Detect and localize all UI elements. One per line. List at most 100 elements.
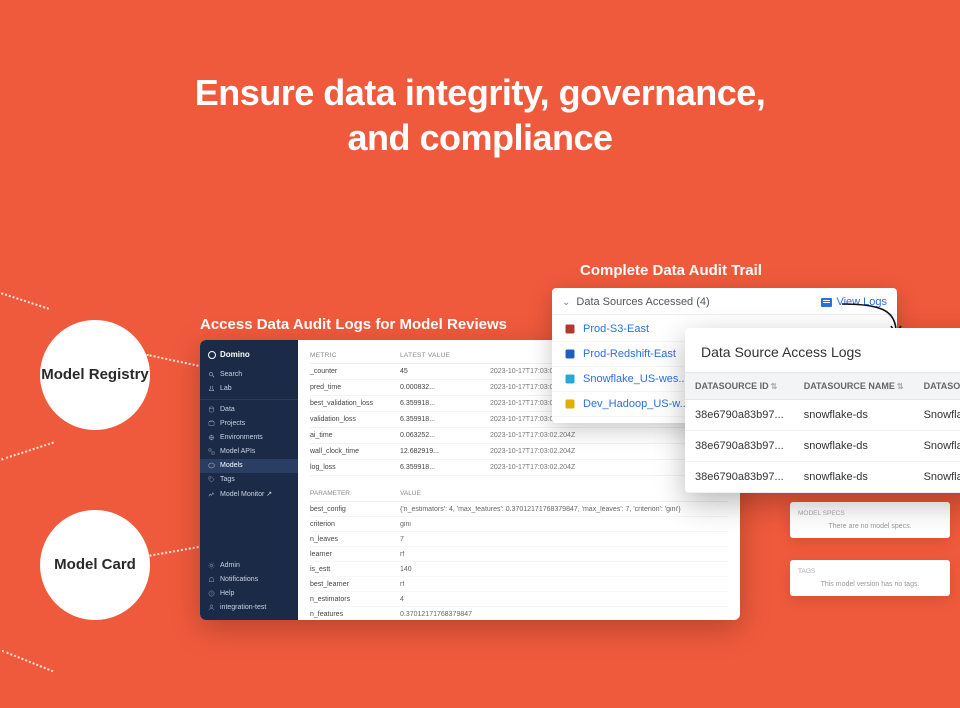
help-icon: ? (208, 590, 215, 597)
metric-row: wall_clock_time12.682919...2023-10-17T17… (310, 444, 728, 460)
param-row: learnerrf (310, 547, 728, 562)
param-name: best_config (310, 506, 400, 513)
api-icon (208, 448, 215, 455)
cell-datasource-name: snowflake-ds (794, 431, 914, 462)
col-metric: METRIC (310, 352, 400, 359)
panel-access-logs: Data Source Access Logs DATASOURCE ID⇅ D… (685, 328, 960, 493)
col-datasource-name[interactable]: DATASOURCE NAME⇅ (794, 373, 914, 400)
param-row: n_leaves7 (310, 532, 728, 547)
sidebar-footer-notifications[interactable]: Notifications (200, 572, 298, 586)
sidebar-item-label: Help (220, 590, 234, 597)
connector-dots (2, 650, 54, 672)
sidebar-item-search[interactable]: Search (200, 367, 298, 381)
datasource-icon (564, 323, 576, 335)
domino-brand[interactable]: Domino (200, 346, 298, 367)
cell-datasource-type: SnowflakeConfig (914, 431, 960, 462)
sidebar-item-label: Notifications (220, 576, 258, 583)
sidebar-item-models[interactable]: Models (200, 459, 298, 473)
sidebar-item-model-monitor-[interactable]: Model Monitor ↗ (200, 487, 298, 502)
param-value: 7 (400, 536, 728, 543)
sidebar-item-model-apis[interactable]: Model APIs (200, 445, 298, 459)
data-icon (208, 406, 215, 413)
card-model-specs: MODEL SPECS There are no model specs. (790, 502, 950, 538)
col-latest-value: LATEST VALUE (400, 352, 490, 359)
metric-row: log_loss6.359918...2023-10-17T17:03:02.2… (310, 460, 728, 476)
data-sources-header[interactable]: ⌄ Data Sources Accessed (4) View Logs (552, 288, 897, 315)
svg-text:?: ? (211, 591, 213, 595)
domino-sidebar: Domino Search Lab Data Projects Environments… (200, 340, 298, 620)
bubble-model-card: Model Card (40, 510, 150, 620)
env-icon (208, 434, 215, 441)
param-value: 140 (400, 566, 728, 573)
sidebar-item-label: Tags (220, 476, 235, 483)
col-value: VALUE (400, 490, 728, 497)
log-row[interactable]: 38e6790a83b97...snowflake-dsSnowflakeCon… (685, 431, 960, 462)
param-value: 0.37012171768379847 (400, 611, 728, 618)
log-row[interactable]: 38e6790a83b97...snowflake-dsSnowflakeCon… (685, 400, 960, 431)
col-datasource-id[interactable]: DATASOURCE ID⇅ (685, 373, 794, 400)
data-source-name: Snowflake_US-wes... (583, 373, 688, 385)
access-logs-title: Data Source Access Logs (685, 328, 960, 372)
param-row: best_config{'n_estimators': 4, 'max_feat… (310, 502, 728, 517)
tags-title: TAGS (798, 568, 942, 575)
sidebar-item-data[interactable]: Data (200, 399, 298, 417)
lab-icon (208, 385, 215, 392)
cell-datasource-id: 38e6790a83b97... (685, 400, 794, 431)
sidebar-item-label: Admin (220, 562, 240, 569)
data-source-name: Prod-Redshift-East (583, 348, 676, 360)
connector-dots (1, 292, 49, 309)
sidebar-item-label: Lab (220, 385, 232, 392)
metric-name: validation_loss (310, 416, 400, 423)
view-logs-label: View Logs (836, 296, 887, 308)
col-datasource-type[interactable]: DATASOURCE TYP (914, 373, 960, 400)
data-source-name: Prod-S3-East (583, 323, 649, 335)
metric-value: 6.359918... (400, 400, 490, 407)
param-value: gini (400, 521, 728, 528)
sidebar-item-label: Model Monitor ↗ (220, 490, 272, 498)
datasource-icon (564, 373, 576, 385)
metric-name: log_loss (310, 464, 400, 471)
domino-logo-icon (208, 351, 216, 359)
models-icon (208, 462, 215, 469)
sidebar-item-label: Model APIs (220, 448, 255, 455)
page-headline: Ensure data integrity, governance, and c… (0, 70, 960, 160)
card-tags: TAGS This model version has no tags. (790, 560, 950, 596)
param-row: n_features0.37012171768379847 (310, 607, 728, 620)
sidebar-footer-admin[interactable]: Admin (200, 558, 298, 572)
metric-name: best_validation_loss (310, 400, 400, 407)
logs-header-row: DATASOURCE ID⇅ DATASOURCE NAME⇅ DATASOUR… (685, 373, 960, 400)
sidebar-item-projects[interactable]: Projects (200, 417, 298, 431)
domino-brand-label: Domino (220, 350, 250, 359)
headline-line-2: and compliance (347, 117, 612, 158)
cell-datasource-id: 38e6790a83b97... (685, 462, 794, 493)
cell-datasource-type: SnowflakeConfig (914, 400, 960, 431)
data-source-name: Dev_Hadoop_US-w... (583, 398, 689, 410)
param-value: rf (400, 551, 728, 558)
bubble-model-registry: Model Registry (40, 320, 150, 430)
projects-icon (208, 420, 215, 427)
metric-value: 12.682919... (400, 448, 490, 455)
logs-icon (821, 298, 832, 307)
monitor-icon (208, 491, 215, 498)
metric-value: 6.359918... (400, 464, 490, 471)
view-logs-button[interactable]: View Logs (821, 296, 887, 308)
sidebar-item-tags[interactable]: Tags (200, 473, 298, 487)
sidebar-item-label: Models (220, 462, 243, 469)
chevron-down-icon: ⌄ (562, 297, 570, 308)
sidebar-footer-help[interactable]: ? Help (200, 586, 298, 600)
sort-icon: ⇅ (771, 382, 778, 391)
cell-datasource-name: snowflake-ds (794, 400, 914, 431)
param-name: best_learner (310, 581, 400, 588)
sidebar-item-lab[interactable]: Lab (200, 381, 298, 395)
metric-name: pred_time (310, 384, 400, 391)
sidebar-item-label: Projects (220, 420, 245, 427)
sidebar-item-environments[interactable]: Environments (200, 431, 298, 445)
sidebar-footer-integration-test[interactable]: integration-test (200, 600, 298, 614)
metric-name: _counter (310, 368, 400, 375)
param-row: best_learnerrf (310, 577, 728, 592)
cell-datasource-id: 38e6790a83b97... (685, 431, 794, 462)
model-specs-empty: There are no model specs. (798, 523, 942, 530)
log-row[interactable]: 38e6790a83b97...snowflake-dsSnowflakeCon… (685, 462, 960, 493)
sidebar-item-label: integration-test (220, 604, 266, 611)
connector-dots (146, 545, 205, 557)
